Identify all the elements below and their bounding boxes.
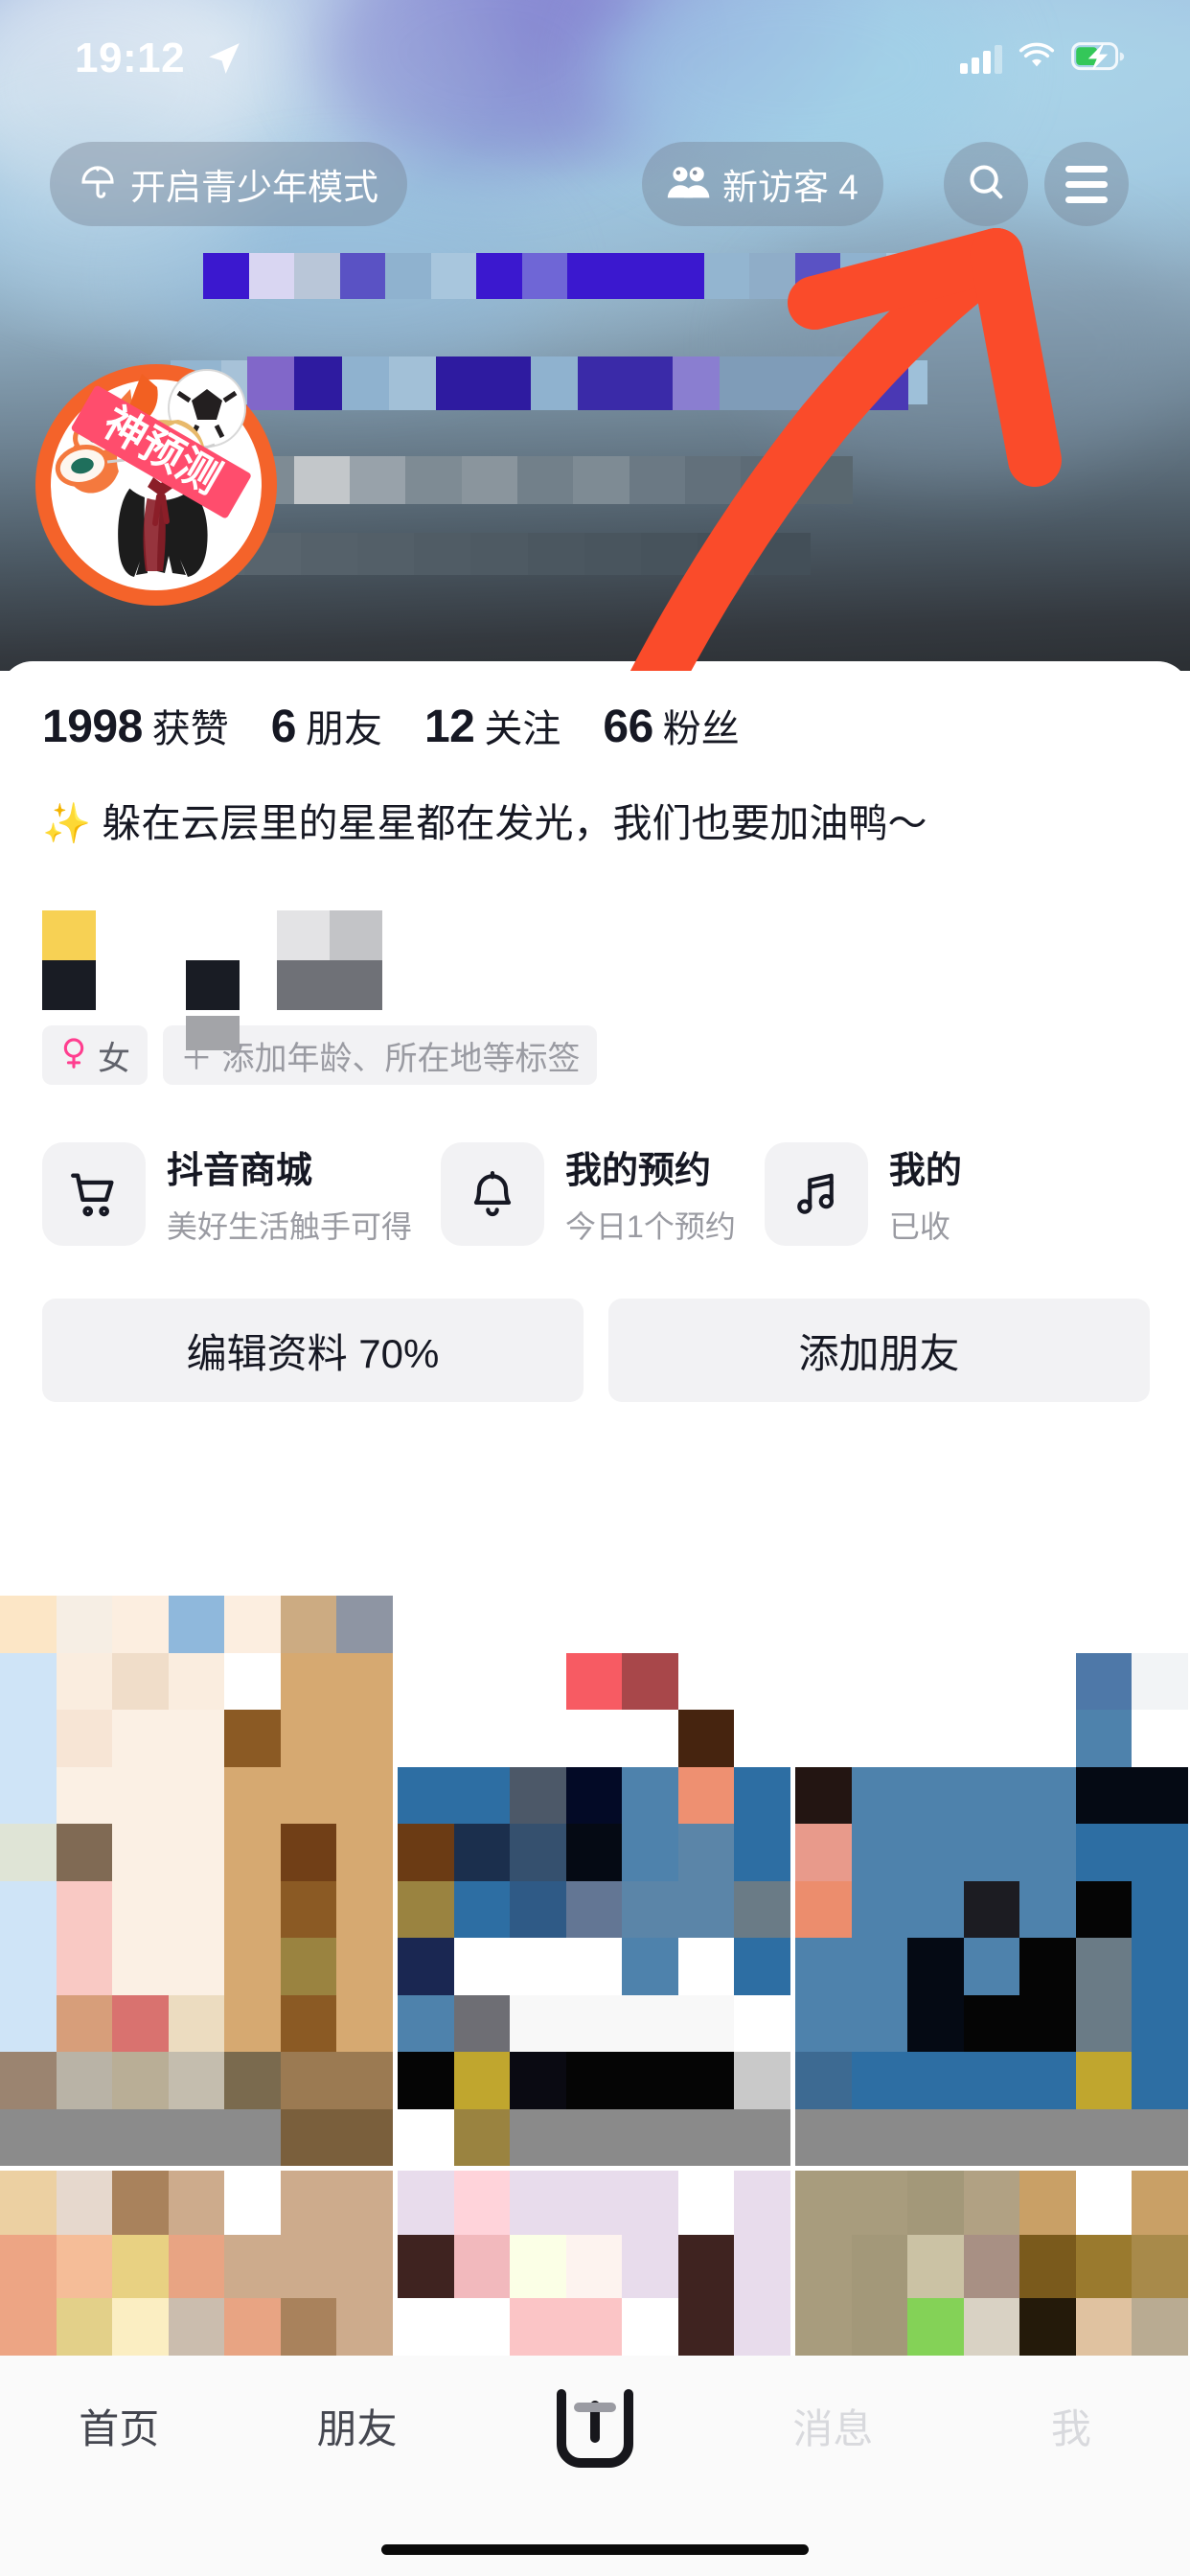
teen-mode-button[interactable]: 开启青少年模式 [50,142,407,226]
video-thumbnail[interactable] [398,2171,790,2362]
service-mall[interactable]: 抖音商城 美好生活触手可得 [42,1140,412,1247]
umbrella-icon [79,163,117,206]
bottom-tab-bar: 首页 朋友 消息 我 [0,2356,1190,2576]
video-thumbnail[interactable] [0,1596,393,2166]
redacted-banner-text-3 [247,356,908,410]
video-thumbnail[interactable] [795,1596,1188,2166]
search-icon [964,160,1008,209]
service-shortcuts: 抖音商城 美好生活触手可得 我的预约 今日1个预约 我的 已收 [42,1140,1190,1247]
tab-messages-label: 消息 [792,2405,874,2451]
new-visitors-button[interactable]: 新访客 4 [642,142,883,226]
service-appointments-subtitle: 今日1个预约 [565,1209,736,1244]
add-friends-button[interactable]: 添加朋友 [608,1299,1150,1402]
top-navigation-bar: 开启青少年模式 新访客 4 [0,134,1190,240]
tag-add-info-label: ＋ 添加年龄、所在地等标签 [180,1040,581,1077]
music-note-icon [764,1141,868,1246]
stat-friends[interactable]: 6 朋友 [271,698,382,753]
tab-me[interactable]: 我 [952,2382,1190,2469]
cat-mascot-avatar-graphic: 神预测 [35,364,277,606]
hamburger-menu-button[interactable] [1044,142,1129,226]
tab-create-button[interactable] [476,2382,714,2483]
search-button[interactable] [944,142,1028,226]
stat-likes-label: 获赞 [151,708,229,750]
video-thumbnail[interactable] [0,2171,393,2362]
home-indicator-bar [381,2544,809,2555]
tab-home-label: 首页 [79,2405,160,2451]
service-appointments-title: 我的预约 [565,1151,712,1191]
stat-following-value: 12 [423,702,475,752]
video-grid: 17 [0,1596,1190,2367]
profile-stats: 1998 获赞 6 朋友 12 关注 66 粉丝 [42,698,740,753]
profile-action-buttons: 编辑资料 70% 添加朋友 [42,1299,1150,1402]
stat-following-label: 关注 [484,708,561,750]
avatar[interactable]: 神预测 [17,334,295,611]
tab-me-label: 我 [1050,2405,1091,2451]
profile-bio[interactable]: ✨ 躲在云层里的星星都在发光，我们也要加油鸭～ [42,797,1154,850]
tab-friends-label: 朋友 [316,2405,398,2451]
stat-following[interactable]: 12 关注 [424,698,561,753]
service-music[interactable]: 我的 已收 [764,1140,962,1247]
profile-tags: 女 ＋ 添加年龄、所在地等标签 [42,1016,598,1085]
tab-home[interactable]: 首页 [0,2382,238,2469]
redacted-banner-text-1 [203,253,931,299]
stat-followers-label: 粉丝 [662,708,740,750]
stat-followers[interactable]: 66 粉丝 [603,698,739,753]
service-appointments[interactable]: 我的预约 今日1个预约 [441,1140,736,1247]
service-mall-title: 抖音商城 [167,1151,313,1191]
stat-likes-value: 1998 [42,702,143,752]
shopping-cart-icon [42,1141,146,1246]
visitors-icon [667,163,711,206]
video-grid-row [0,2171,1190,2362]
stat-friends-label: 朋友 [305,708,382,750]
female-gender-icon [59,1037,88,1074]
edit-profile-button[interactable]: 编辑资料 70% [42,1299,584,1402]
redacted-username-row [42,910,636,1016]
service-music-title: 我的 [888,1151,962,1191]
stat-followers-value: 66 [603,702,653,752]
create-plus-icon [550,2382,640,2483]
tag-gender-label: 女 [98,1040,130,1077]
tag-gender[interactable]: 女 [42,1025,148,1085]
new-visitors-label: 新访客 4 [722,168,858,207]
stat-likes[interactable]: 1998 获赞 [42,698,229,753]
service-music-subtitle: 已收 [888,1209,950,1244]
phone-screen: 神预测 19:12 开启青少年模式 新访客 4 1998 获赞 6 朋友 12 … [0,0,1190,2576]
video-grid-row: 17 [0,1596,1190,2166]
tab-friends[interactable]: 朋友 [238,2382,475,2469]
profile-card: 1998 获赞 6 朋友 12 关注 66 粉丝 ✨ 躲在云层里的星星都在发光，… [0,661,1190,2576]
service-mall-subtitle: 美好生活触手可得 [167,1209,413,1244]
video-thumbnail[interactable]: 17 [398,1596,790,2166]
stat-friends-value: 6 [270,702,297,752]
video-thumbnail[interactable] [795,2171,1188,2362]
profile-banner[interactable]: 神预测 [0,0,1190,671]
tab-messages[interactable]: 消息 [714,2382,951,2469]
hamburger-menu-icon [1065,165,1108,203]
teen-mode-label: 开启青少年模式 [130,168,378,207]
bell-icon [441,1141,545,1246]
